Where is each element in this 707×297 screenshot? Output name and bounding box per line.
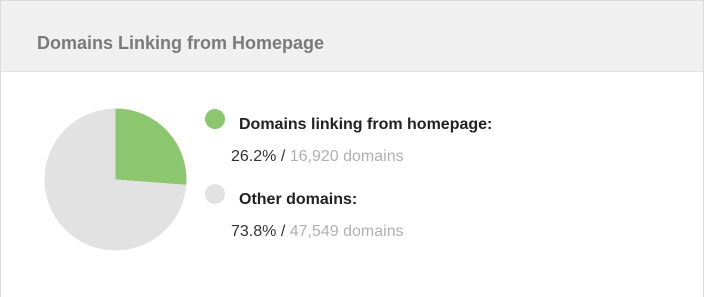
legend-count: 16,920 domains bbox=[289, 148, 404, 165]
panel-header: Domains Linking from Homepage bbox=[1, 1, 703, 72]
legend-percent: 73.8% bbox=[231, 223, 277, 240]
legend-percent: 26.2% bbox=[231, 148, 277, 165]
legend-value: 73.8% / 47,549 domains bbox=[231, 222, 404, 242]
legend-separator: / bbox=[280, 223, 286, 240]
pie-slice-homepage-domains bbox=[115, 108, 187, 185]
legend-count: 47,549 domains bbox=[289, 223, 404, 240]
legend-value: 26.2% / 16,920 domains bbox=[231, 147, 404, 167]
pie-chart bbox=[44, 108, 187, 251]
legend-label: Other domains: bbox=[239, 191, 358, 208]
legend-separator: / bbox=[280, 148, 286, 165]
legend-dot-other-domains bbox=[205, 184, 225, 204]
domains-linking-panel: Domains Linking from Homepage Domains li… bbox=[0, 0, 704, 297]
legend-dot-homepage-domains bbox=[205, 109, 225, 129]
legend-label: Domains linking from homepage: bbox=[239, 116, 493, 133]
panel-title: Domains Linking from Homepage bbox=[37, 33, 325, 53]
